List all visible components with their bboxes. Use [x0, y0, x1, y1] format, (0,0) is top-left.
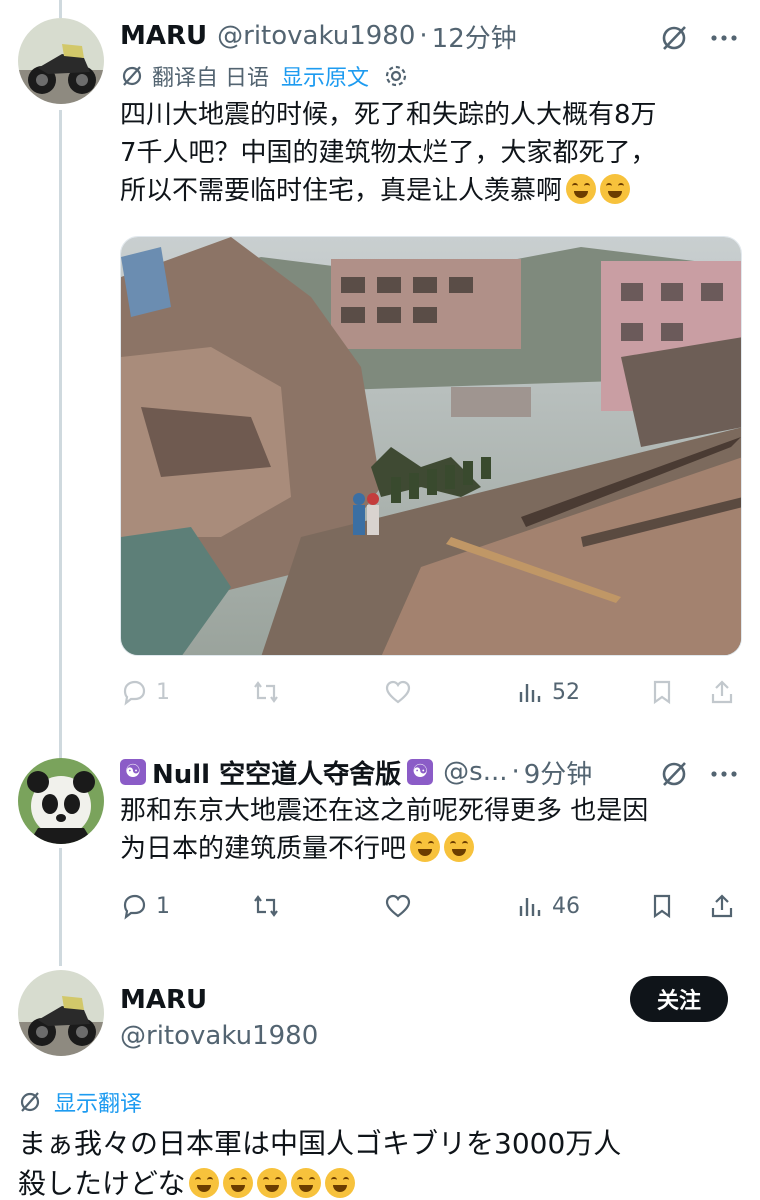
- tweet-text-line: まぁ我々の日本軍は中国人ゴキブリを3000万人: [18, 1127, 622, 1160]
- show-original-link[interactable]: 显示原文: [281, 60, 369, 92]
- laughing-emoji-icon: [291, 1168, 322, 1198]
- tweet-text: 那和东京大地震还在这之前呢死得更多 也是因 为日本的建筑质量不行吧: [120, 792, 730, 868]
- bookmark-icon: [653, 680, 671, 705]
- avatar[interactable]: [18, 758, 104, 844]
- author-name[interactable]: MARU: [120, 985, 207, 1015]
- translation-bar: 显示翻译: [18, 1086, 142, 1118]
- tweet-actions: 1 52: [120, 672, 740, 712]
- reply-count: 1: [156, 893, 170, 919]
- laughing-emoji-icon: [189, 1168, 220, 1198]
- more-icon[interactable]: [708, 22, 740, 54]
- grok-icon[interactable]: [658, 22, 690, 54]
- views-button[interactable]: 46: [516, 886, 580, 926]
- tweet-text-line: 7千人吧？中国的建筑物太烂了，大家都死了，: [120, 138, 657, 168]
- follow-button[interactable]: 关注: [630, 976, 728, 1022]
- author-name[interactable]: Null 空空道人夺舍版: [152, 754, 401, 791]
- laughing-emoji-icon: [325, 1168, 356, 1198]
- author-handle[interactable]: @ritovaku1980: [120, 1021, 318, 1051]
- reply-count: 1: [156, 679, 170, 705]
- views-count: 52: [552, 679, 580, 705]
- reply-button[interactable]: 1: [120, 672, 170, 712]
- tweet[interactable]: MARU @ritovaku1980 · 12分钟 翻译自 日语 显示原文 四川…: [0, 16, 760, 716]
- author-name[interactable]: MARU: [120, 21, 207, 51]
- translate-icon: [18, 1090, 42, 1114]
- laughing-emoji-icon: [257, 1168, 288, 1198]
- more-icon[interactable]: [708, 758, 740, 790]
- like-button[interactable]: [384, 886, 412, 926]
- share-icon: [711, 680, 733, 704]
- reply-icon: [123, 680, 146, 706]
- hand-over-mouth-emoji-icon: [444, 832, 475, 862]
- tweet-text-line: 四川大地震的时候，死了和失踪的人大概有8万: [120, 100, 657, 130]
- translated-from-label: 翻译自 日语: [152, 66, 269, 91]
- gear-icon[interactable]: [383, 63, 409, 89]
- repost-icon: [254, 681, 278, 703]
- views-count: 46: [552, 893, 580, 919]
- repost-button[interactable]: [252, 672, 280, 712]
- tweet[interactable]: MARU @ritovaku1980 关注 显示翻译 まぁ我々の日本軍は中国人ゴ…: [0, 970, 760, 1200]
- tweet-text-line: 那和东京大地震还在这之前呢死得更多 也是因: [120, 796, 649, 826]
- tweet-text-line: 殺したけどな: [18, 1164, 738, 1200]
- tweet-header: MARU @ritovaku1980 · 12分钟: [120, 16, 517, 56]
- share-icon: [711, 894, 733, 918]
- tweet-photo[interactable]: [120, 236, 742, 656]
- repost-icon: [254, 895, 278, 917]
- like-button[interactable]: [384, 672, 412, 712]
- tweet-text-line-content: 殺したけどな: [18, 1167, 186, 1200]
- heart-icon: [385, 894, 411, 918]
- timestamp[interactable]: 9分钟: [524, 754, 593, 791]
- avatar[interactable]: [18, 970, 104, 1056]
- repost-button[interactable]: [252, 886, 280, 926]
- translation-bar: 翻译自 日语 显示原文: [120, 60, 409, 92]
- earthquake-rubble-image: [121, 237, 741, 655]
- bookmark-button[interactable]: [648, 672, 676, 712]
- grok-icon[interactable]: [658, 758, 690, 790]
- views-icon: [519, 898, 541, 916]
- author-handle[interactable]: @ritovaku1980: [217, 21, 415, 51]
- tweet-header: ☯ Null 空空道人夺舍版 ☯ @s... · 9分钟: [120, 752, 592, 792]
- laughing-emoji-icon: [223, 1168, 254, 1198]
- reply-icon: [123, 894, 146, 920]
- tweet-actions: 1 46: [120, 886, 740, 926]
- views-icon: [519, 684, 541, 702]
- author-handle[interactable]: @s...: [443, 757, 507, 787]
- laughing-emoji-icon: [566, 174, 597, 204]
- hand-over-mouth-emoji-icon: [410, 832, 441, 862]
- show-translation-link[interactable]: 显示翻译: [54, 1086, 142, 1118]
- timestamp[interactable]: 12分钟: [432, 18, 517, 55]
- yin-yang-icon: ☯: [407, 759, 434, 785]
- yin-yang-icon: ☯: [120, 759, 146, 785]
- tweet-text-line: 为日本的建筑质量不行吧: [120, 830, 730, 868]
- tweet-text-line-content: 所以不需要临时住宅，真是让人羡慕啊: [120, 176, 563, 206]
- laughing-emoji-icon: [600, 174, 631, 204]
- tweet-handle-row: @ritovaku1980: [120, 1016, 318, 1056]
- tweet-text: まぁ我々の日本軍は中国人ゴキブリを3000万人 殺したけどな: [18, 1124, 738, 1200]
- tweet-text-line-content: 为日本的建筑质量不行吧: [120, 834, 407, 864]
- separator: ·: [511, 757, 520, 787]
- tweet-header: MARU: [120, 980, 207, 1020]
- avatar[interactable]: [18, 18, 104, 104]
- tweet-text-line: 所以不需要临时住宅，真是让人羡慕啊: [120, 172, 730, 210]
- views-button[interactable]: 52: [516, 672, 580, 712]
- translate-icon: [120, 64, 144, 88]
- heart-icon: [385, 680, 411, 704]
- tweet-text: 四川大地震的时候，死了和失踪的人大概有8万 7千人吧？中国的建筑物太烂了，大家都…: [120, 96, 730, 210]
- bookmark-icon: [653, 894, 671, 919]
- separator: ·: [419, 21, 428, 51]
- share-button[interactable]: [708, 672, 736, 712]
- tweet[interactable]: ☯ Null 空空道人夺舍版 ☯ @s... · 9分钟 那和东京大地震还在这之…: [0, 752, 760, 932]
- bookmark-button[interactable]: [648, 886, 676, 926]
- reply-button[interactable]: 1: [120, 886, 170, 926]
- share-button[interactable]: [708, 886, 736, 926]
